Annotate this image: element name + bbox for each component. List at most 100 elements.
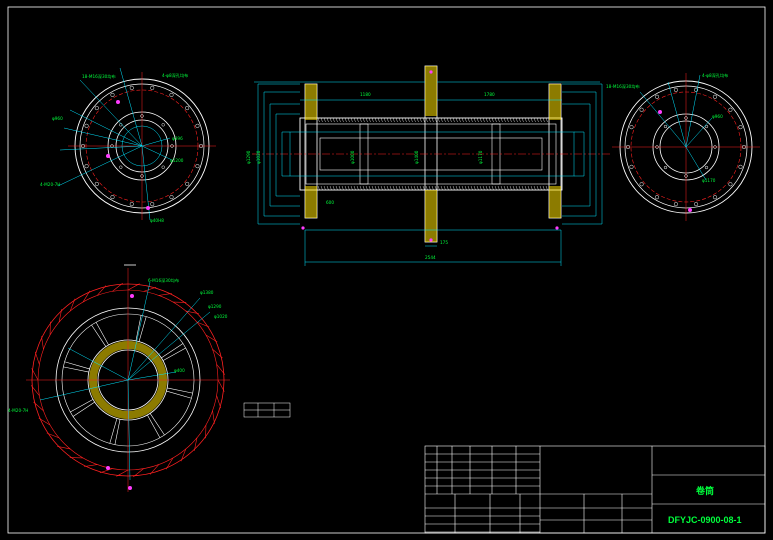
section-label-2: φ1020	[256, 150, 261, 164]
left-label-2: φ396	[172, 136, 183, 141]
rope-groove	[530, 117, 533, 123]
rope-groove	[461, 117, 464, 123]
bolt-hole	[119, 165, 123, 169]
rope-groove	[524, 117, 527, 123]
section-label-6: φ1170	[478, 150, 483, 164]
rope-groove	[332, 185, 335, 191]
rope-groove	[356, 185, 359, 191]
rope-groove	[515, 185, 518, 191]
rope-groove	[350, 185, 353, 191]
rope-groove	[470, 117, 473, 123]
rope-groove	[533, 117, 536, 123]
section-label-9: 175	[440, 240, 448, 245]
rope-groove	[404, 185, 407, 191]
rope-groove	[518, 185, 521, 191]
bolt-hole	[704, 165, 709, 170]
rope-groove	[428, 185, 431, 191]
rope-groove	[479, 117, 482, 123]
rope-groove	[446, 185, 449, 191]
left-label-6: φ40H8	[150, 218, 164, 223]
rope-groove	[443, 185, 446, 191]
rope-groove	[395, 117, 398, 123]
left-label-3: φ1200	[170, 158, 184, 163]
rope-groove	[467, 185, 470, 191]
rope-groove	[341, 117, 344, 123]
rim-tooth	[217, 379, 225, 392]
bolt-hole	[84, 123, 89, 128]
datum-mark	[429, 70, 433, 74]
left-end-view: 18-M16深30均布 4-φ8深孔均布 φ396 φ1200 φ960 4-M…	[40, 67, 216, 223]
rope-groove	[353, 117, 356, 123]
rope-groove	[494, 185, 497, 191]
rope-groove	[536, 185, 539, 191]
rope-groove	[380, 185, 383, 191]
bolt-hole	[195, 123, 200, 128]
rope-groove	[386, 117, 389, 123]
rope-groove	[455, 185, 458, 191]
rope-groove	[509, 185, 512, 191]
bottom-label-5: 4-M20-7H	[8, 408, 28, 413]
rope-groove	[371, 185, 374, 191]
rope-groove	[392, 117, 395, 123]
rope-groove	[410, 185, 413, 191]
rope-groove	[428, 117, 431, 123]
rope-groove	[524, 185, 527, 191]
bolt-hole	[169, 92, 174, 97]
rope-groove	[425, 117, 428, 123]
rope-groove	[359, 117, 362, 123]
rope-groove	[416, 185, 419, 191]
rope-groove	[437, 185, 440, 191]
rope-groove	[398, 117, 401, 123]
rope-groove	[542, 117, 545, 123]
left-label-5: 4-M20-7H	[40, 182, 60, 187]
rope-groove	[443, 117, 446, 123]
bolt-hole	[654, 195, 660, 200]
rim-tooth	[116, 469, 129, 477]
rope-groove	[503, 117, 506, 123]
rope-groove	[455, 117, 458, 123]
bolt-hole	[94, 181, 99, 186]
bolt-hole	[185, 106, 190, 111]
rope-groove	[347, 117, 350, 123]
rope-groove	[368, 185, 371, 191]
rope-groove	[371, 117, 374, 123]
right-label-2: φ960	[712, 114, 723, 119]
rope-groove	[386, 185, 389, 191]
bolt-hole	[129, 85, 134, 90]
rope-groove	[491, 117, 494, 123]
rope-groove	[452, 185, 455, 191]
rope-groove	[470, 185, 473, 191]
bolt-hole	[738, 164, 743, 169]
rope-groove	[431, 117, 434, 123]
bottom-label-2: φ1290	[208, 304, 222, 309]
rope-groove	[458, 117, 461, 123]
rope-groove	[464, 117, 467, 123]
bolt-hole	[629, 125, 634, 130]
rope-groove	[377, 117, 380, 123]
rope-groove	[473, 185, 476, 191]
bolt-hole	[673, 87, 678, 92]
bolt-hole	[738, 125, 743, 130]
rim-tooth	[84, 464, 98, 467]
rope-groove	[323, 117, 326, 123]
right-label-1: 4-φ8深孔均布	[702, 72, 728, 79]
bolt-hole	[84, 164, 89, 169]
rope-groove	[401, 117, 404, 123]
rope-groove	[545, 117, 548, 123]
rope-groove	[317, 117, 320, 123]
rope-groove	[476, 185, 479, 191]
bottom-label-0: 6-M16深30均布	[148, 277, 179, 284]
bottom-label-3: φ1020	[214, 314, 228, 319]
rope-groove	[323, 185, 326, 191]
bolt-hole	[663, 165, 668, 170]
bolt-hole	[161, 123, 165, 127]
rope-groove	[545, 185, 548, 191]
rope-groove	[320, 117, 323, 123]
rope-groove	[368, 117, 371, 123]
cad-drawing: 18-M16深30均布 4-φ8深孔均布 φ396 φ1200 φ960 4-M…	[7, 6, 766, 534]
rope-groove	[515, 117, 518, 123]
rope-groove	[494, 117, 497, 123]
rope-groove	[398, 185, 401, 191]
bolt-hole	[185, 181, 190, 186]
left-label-1: 4-φ8深孔均布	[162, 72, 188, 79]
